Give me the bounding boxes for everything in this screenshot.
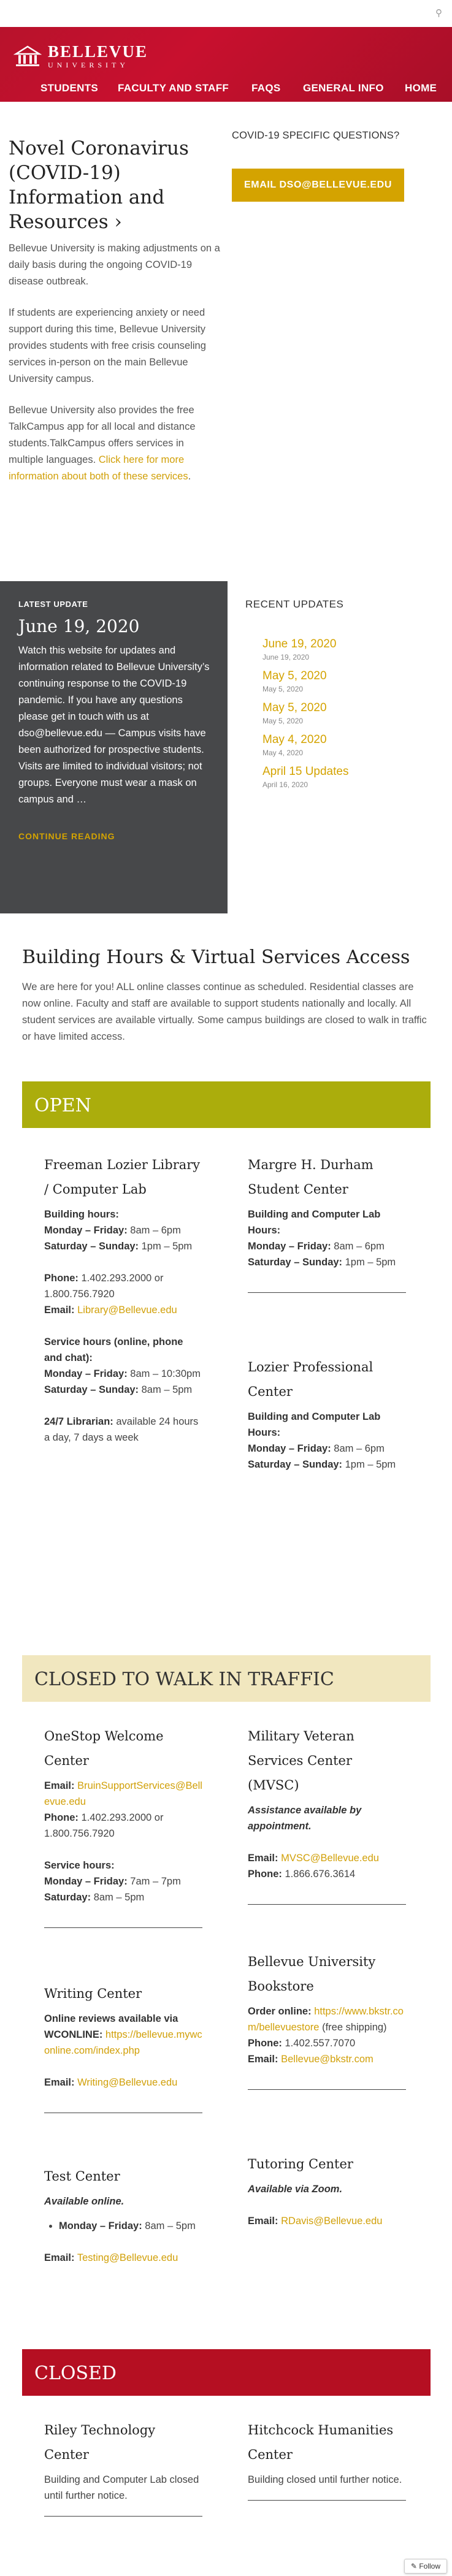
recent-date: June 19, 2020 — [262, 653, 310, 661]
card-title: Bellevue University Bookstore — [248, 1954, 376, 1994]
divider — [248, 2089, 406, 2090]
divider — [248, 1292, 406, 1293]
card-title: Test Center — [44, 2169, 120, 2184]
recent-heading: RECENT UPDATES — [245, 598, 344, 610]
logo-line-1: BELLEVUE — [48, 42, 148, 61]
recent-link[interactable]: April 15 Updates — [262, 765, 440, 779]
search-icon[interactable]: ⚲ — [435, 7, 442, 18]
list-item: May 5, 2020 May 5, 2020 — [262, 669, 440, 693]
card-title: Hitchcock Humanities Center — [248, 2423, 394, 2462]
card-title: Freeman Lozier Library / Computer Lab — [44, 1157, 201, 1197]
site-header: BELLEVUE UNIVERSITY STUDENTS FACULTY AND… — [0, 27, 452, 102]
card-title: Lozier Professional Center — [248, 1360, 373, 1399]
latest-update: LATEST UPDATE June 19, 2020 Watch this w… — [0, 581, 228, 913]
divider — [44, 2516, 202, 2517]
durham-center-card: Margre H. Durham Student Center Building… — [248, 1153, 406, 1293]
writing-center-card: Writing Center Online reviews available … — [44, 1981, 202, 2113]
recent-link[interactable]: June 19, 2020 — [262, 638, 440, 651]
nav-faqs[interactable]: FAQS — [251, 82, 281, 94]
main-nav: STUDENTS FACULTY AND STAFF FAQS GENERAL … — [0, 76, 452, 101]
follow-icon: ✎ — [410, 2562, 417, 2570]
intro-paragraph-3: Bellevue University also provides the fr… — [9, 405, 196, 482]
top-strip: ⚲ — [0, 0, 452, 27]
divider — [248, 2500, 406, 2501]
card-title: Writing Center — [44, 1986, 142, 2001]
follow-button[interactable]: ✎ Follow — [404, 2559, 447, 2574]
building-hours: Building Hours & Virtual Services Access… — [22, 947, 431, 1045]
mvsc-card: Military Veteran Services Center (MVSC) … — [248, 1724, 406, 1905]
nav-general-info[interactable]: GENERAL INFO — [303, 82, 384, 94]
questions-label: COVID-19 SPECIFIC QUESTIONS? — [232, 130, 400, 141]
lozier-center-card: Lozier Professional Center Building and … — [248, 1355, 406, 1473]
hitchcock-card: Hitchcock Humanities Center Building clo… — [248, 2418, 406, 2501]
card-title: Tutoring Center — [248, 2157, 353, 2171]
riley-text: Building and Computer Lab closed until f… — [44, 2474, 199, 2501]
recent-link[interactable]: May 5, 2020 — [262, 701, 440, 715]
intro-paragraph-1: Bellevue University is making adjustment… — [9, 243, 220, 287]
walk-in-band: CLOSED TO WALK IN TRAFFIC — [22, 1655, 431, 1702]
logo-mark-icon — [13, 43, 42, 69]
latest-tag: LATEST UPDATE — [18, 600, 88, 609]
card-title: Margre H. Durham Student Center — [248, 1157, 373, 1197]
divider — [248, 1904, 406, 1905]
card-title: Riley Technology Center — [44, 2423, 156, 2462]
building-hours-title: Building Hours & Virtual Services Access — [22, 947, 410, 968]
recent-link[interactable]: May 5, 2020 — [262, 669, 440, 683]
list-item: June 19, 2020 June 19, 2020 — [262, 638, 440, 661]
recent-date: May 5, 2020 — [262, 717, 304, 725]
card-title: OneStop Welcome Center — [44, 1729, 164, 1768]
covid-questions: COVID-19 SPECIFIC QUESTIONS? EMAIL DSO@B… — [232, 130, 440, 202]
bookstore-card: Bellevue University Bookstore Order onli… — [248, 1949, 406, 2090]
covid-title[interactable]: Novel Coronavirus (COVID-19) Information… — [9, 136, 221, 234]
list-item: May 4, 2020 May 4, 2020 — [262, 733, 440, 757]
latest-date[interactable]: June 19, 2020 — [18, 616, 210, 636]
email-dso-button[interactable]: EMAIL DSO@BELLEVUE.EDU — [232, 169, 404, 202]
recent-date: May 4, 2020 — [262, 749, 304, 757]
covid-intro: Novel Coronavirus (COVID-19) Information… — [0, 102, 221, 485]
open-band: OPEN — [22, 1081, 431, 1128]
closed-band: CLOSED — [22, 2349, 431, 2396]
recent-date: May 5, 2020 — [262, 685, 304, 693]
library-email-link[interactable]: Library@Bellevue.edu — [77, 1305, 177, 1316]
test-center-card: Test Center Available online. Monday – F… — [44, 2164, 202, 2266]
freeman-lozier-card: Freeman Lozier Library / Computer Lab Bu… — [44, 1153, 202, 1446]
logo[interactable]: BELLEVUE UNIVERSITY — [13, 43, 148, 69]
riley-card: Riley Technology Center Building and Com… — [44, 2418, 202, 2517]
intro-paragraph-2: If students are experiencing anxiety or … — [9, 307, 206, 384]
list-item: Monday – Friday: 8am – 5pm — [59, 2218, 202, 2234]
mvsc-email-link[interactable]: MVSC@Bellevue.edu — [281, 1853, 379, 1864]
nav-students[interactable]: STUDENTS — [40, 82, 98, 94]
divider — [44, 1927, 202, 1928]
logo-line-2: UNIVERSITY — [48, 60, 129, 69]
recent-updates: RECENT UPDATES June 19, 2020 June 19, 202… — [232, 598, 440, 797]
bookstore-email-link[interactable]: Bellevue@bkstr.com — [281, 2054, 373, 2065]
card-title: Military Veteran Services Center (MVSC) — [248, 1729, 354, 1793]
nav-faculty-staff[interactable]: FACULTY AND STAFF — [118, 82, 229, 94]
tutoring-card: Tutoring Center Available via Zoom. Emai… — [248, 2152, 406, 2229]
testing-email-link[interactable]: Testing@Bellevue.edu — [77, 2252, 178, 2263]
recent-link[interactable]: May 4, 2020 — [262, 733, 440, 747]
building-hours-text: We are here for you! ALL online classes … — [22, 981, 427, 1042]
list-item: May 5, 2020 May 5, 2020 — [262, 701, 440, 725]
continue-reading-link[interactable]: CONTINUE READING — [18, 831, 210, 841]
nav-home[interactable]: HOME — [405, 82, 437, 94]
list-item: April 15 Updates April 16, 2020 — [262, 765, 440, 789]
onestop-card: OneStop Welcome Center Email: BruinSuppo… — [44, 1724, 202, 1928]
writing-email-link[interactable]: Writing@Bellevue.edu — [77, 2077, 177, 2088]
recent-date: April 16, 2020 — [262, 780, 308, 789]
latest-text: Watch this website for updates and infor… — [18, 645, 210, 805]
hitchcock-text: Building closed until further notice. — [248, 2474, 402, 2485]
tutoring-email-link[interactable]: RDavis@Bellevue.edu — [281, 2216, 382, 2227]
